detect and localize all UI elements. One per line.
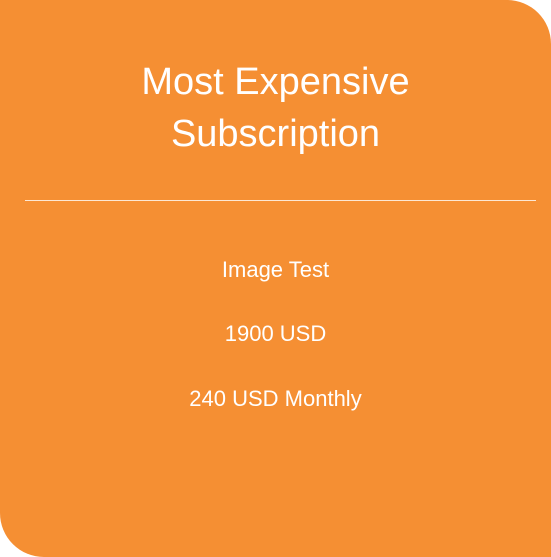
card-title: Most Expensive Subscription xyxy=(0,56,551,160)
subscription-name: Image Test xyxy=(221,257,330,282)
title-divider xyxy=(25,200,536,201)
card-title-line-1: Most Expensive xyxy=(141,61,410,103)
most-expensive-subscription-card: Most Expensive Subscription Image Test 1… xyxy=(0,0,551,557)
subscription-monthly-price: 240 USD Monthly xyxy=(189,386,362,411)
card-title-line-2: Subscription xyxy=(170,113,381,155)
subscription-price: 1900 USD xyxy=(224,321,327,346)
